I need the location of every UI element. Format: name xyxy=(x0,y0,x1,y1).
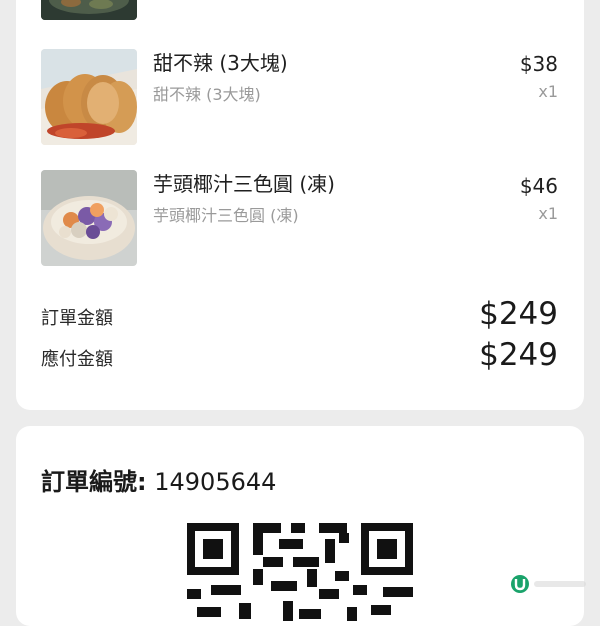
item-name: 甜不辣 (3大塊) xyxy=(153,51,288,75)
item-quantity: x1 xyxy=(538,82,558,101)
item-price: $46 xyxy=(519,174,558,198)
payable-amount-label: 應付金額 xyxy=(41,349,113,370)
order-number-card: 訂單編號: 14905644 xyxy=(16,426,584,626)
item-image-tempura xyxy=(41,49,137,145)
previous-item-image xyxy=(41,0,137,20)
item-quantity: x1 xyxy=(538,204,558,223)
qr-code-icon xyxy=(187,523,413,621)
item-price: $38 xyxy=(519,52,558,76)
order-amount-label: 訂單金額 xyxy=(41,308,113,329)
payable-amount-value: $249 xyxy=(479,337,558,373)
order-amount-value: $249 xyxy=(479,296,558,332)
order-items-card: 甜不辣 (3大塊) 甜不辣 (3大塊) $38 x1 芋頭椰汁三色圓 (凍) 芋… xyxy=(16,0,584,410)
watermark-logo xyxy=(510,573,590,597)
item-name: 芋頭椰汁三色圓 (凍) xyxy=(153,172,335,196)
item-subtitle: 芋頭椰汁三色圓 (凍) xyxy=(153,206,299,225)
order-number-label: 訂單編號: xyxy=(41,468,147,496)
u-logo-icon xyxy=(511,575,586,593)
order-number-value: 14905644 xyxy=(154,468,277,496)
item-subtitle: 甜不辣 (3大塊) xyxy=(153,85,261,104)
order-number: 訂單編號: 14905644 xyxy=(41,462,276,497)
item-image-taro-balls xyxy=(41,170,137,266)
